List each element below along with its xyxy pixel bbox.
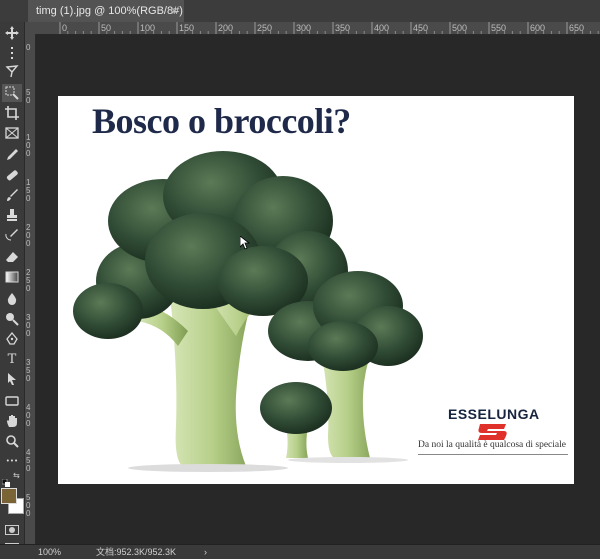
esselunga-logo-text: ESSELUNGA — [448, 406, 540, 422]
ruler-ticks: 0 50 100 150 200 250 300 350 400 450 500 550 600 650 — [59, 22, 599, 34]
arrow-icon — [8, 373, 16, 385]
ruler-label: 400 — [374, 23, 389, 33]
crop-tool[interactable] — [2, 104, 22, 122]
foreground-color-swatch[interactable] — [1, 488, 17, 504]
ruler-label: 50 — [101, 23, 111, 33]
pen-icon — [6, 332, 18, 345]
lasso-tool[interactable] — [2, 62, 22, 80]
ruler-label: 100 — [140, 23, 155, 33]
brush-icon — [7, 189, 18, 201]
dotted-icon — [11, 47, 13, 59]
ruler-label: 450 — [26, 448, 31, 473]
frame-icon — [5, 127, 19, 139]
stamp-tool[interactable] — [2, 206, 22, 224]
horizontal-ruler[interactable]: 0 50 100 150 200 250 300 350 400 450 500 550 600 650 — [58, 22, 600, 35]
move-tool[interactable] — [2, 24, 22, 42]
swap-colors-icon[interactable]: ⇆ — [13, 472, 22, 480]
ruler-label: 250 — [26, 268, 31, 293]
eraser-icon — [6, 252, 18, 262]
stamp-icon — [7, 209, 17, 221]
document-tab[interactable]: timg (1).jpg @ 100%(RGB/8#) × — [28, 0, 184, 22]
drop-icon — [7, 293, 17, 305]
ruler-label: 100 — [26, 133, 31, 158]
ruler-label: 350 — [335, 23, 350, 33]
brush-tool[interactable] — [2, 186, 22, 204]
ruler-label: 200 — [218, 23, 233, 33]
healing-tool[interactable] — [2, 166, 22, 184]
ruler-corner — [25, 22, 58, 34]
status-bar: 100% 文档:952.3K/952.3K › — [0, 544, 600, 559]
history-brush-tool[interactable] — [2, 226, 22, 244]
document-canvas[interactable]: Bosco o broccoli? ESSELUNGA Da noi la qu… — [58, 96, 574, 484]
crop-icon — [5, 106, 19, 120]
ruler-label: 550 — [491, 23, 506, 33]
mouse-pointer-icon — [240, 236, 250, 250]
status-menu-arrow-icon[interactable]: › — [204, 545, 207, 559]
tools-panel: T ••• ⇆ — [0, 22, 25, 553]
default-colors-icon[interactable] — [1, 472, 10, 487]
esselunga-logo-icon — [478, 424, 507, 440]
dodge-icon — [6, 313, 19, 326]
type-tool[interactable]: T — [2, 350, 22, 368]
document-tab-title: timg (1).jpg @ 100%(RGB/8#) — [36, 5, 183, 17]
ruler-label: 0 — [62, 23, 67, 33]
quick-mask-icon[interactable] — [5, 520, 19, 535]
hand-icon — [7, 415, 17, 427]
pen-tool[interactable] — [2, 330, 22, 348]
headline-text: Bosco o broccoli? — [92, 101, 351, 141]
ruler-label: 200 — [26, 223, 31, 248]
ruler-label: 150 — [179, 23, 194, 33]
ruler-label: 0 — [26, 43, 31, 52]
ruler-label: 450 — [413, 23, 428, 33]
ruler-label: 650 — [569, 23, 584, 33]
eyedropper-icon — [7, 149, 18, 160]
ruler-label: 300 — [26, 313, 31, 338]
tagline-divider — [418, 454, 568, 455]
artboard-tool[interactable] — [2, 44, 22, 62]
quick-select-tool[interactable] — [2, 84, 22, 102]
rectangle-icon — [5, 396, 19, 406]
dodge-tool[interactable] — [2, 310, 22, 328]
eraser-tool[interactable] — [2, 248, 22, 266]
ruler-label: 50 — [26, 88, 31, 105]
ruler-label: 300 — [296, 23, 311, 33]
document-info: 文档:952.3K/952.3K — [96, 547, 177, 557]
zoom-tool[interactable] — [2, 432, 22, 450]
ruler-label: 350 — [26, 358, 31, 383]
document-tab-bar: timg (1).jpg @ 100%(RGB/8#) × — [0, 0, 600, 22]
close-tab-icon[interactable]: × — [171, 0, 178, 22]
ruler-label: 150 — [26, 178, 31, 203]
history-brush-icon — [5, 229, 18, 241]
bandage-icon — [6, 170, 18, 181]
ruler-label: 600 — [530, 23, 545, 33]
shape-tool[interactable] — [2, 392, 22, 410]
frame-tool[interactable] — [2, 124, 22, 142]
lasso-icon — [5, 65, 19, 78]
path-select-tool[interactable] — [2, 370, 22, 388]
select-icon — [5, 86, 19, 100]
zoom-level[interactable]: 100% — [38, 545, 61, 559]
zoom-icon — [6, 435, 19, 448]
ruler-label: 250 — [257, 23, 272, 33]
vertical-ruler[interactable]: 0 50 100 150 200 250 300 350 400 450 500 — [25, 34, 36, 544]
ruler-label: 400 — [26, 403, 31, 428]
ruler-label: 500 — [26, 493, 31, 518]
more-tools[interactable]: ••• — [2, 452, 22, 470]
ruler-label: 500 — [452, 23, 467, 33]
tagline-text: Da noi la qualità è qualcosa di speciale — [418, 440, 566, 450]
gradient-icon — [5, 271, 19, 283]
blur-tool[interactable] — [2, 290, 22, 308]
eyedropper-tool[interactable] — [2, 146, 22, 164]
gradient-tool[interactable] — [2, 268, 22, 286]
move-icon — [5, 26, 19, 40]
hand-tool[interactable] — [2, 412, 22, 430]
